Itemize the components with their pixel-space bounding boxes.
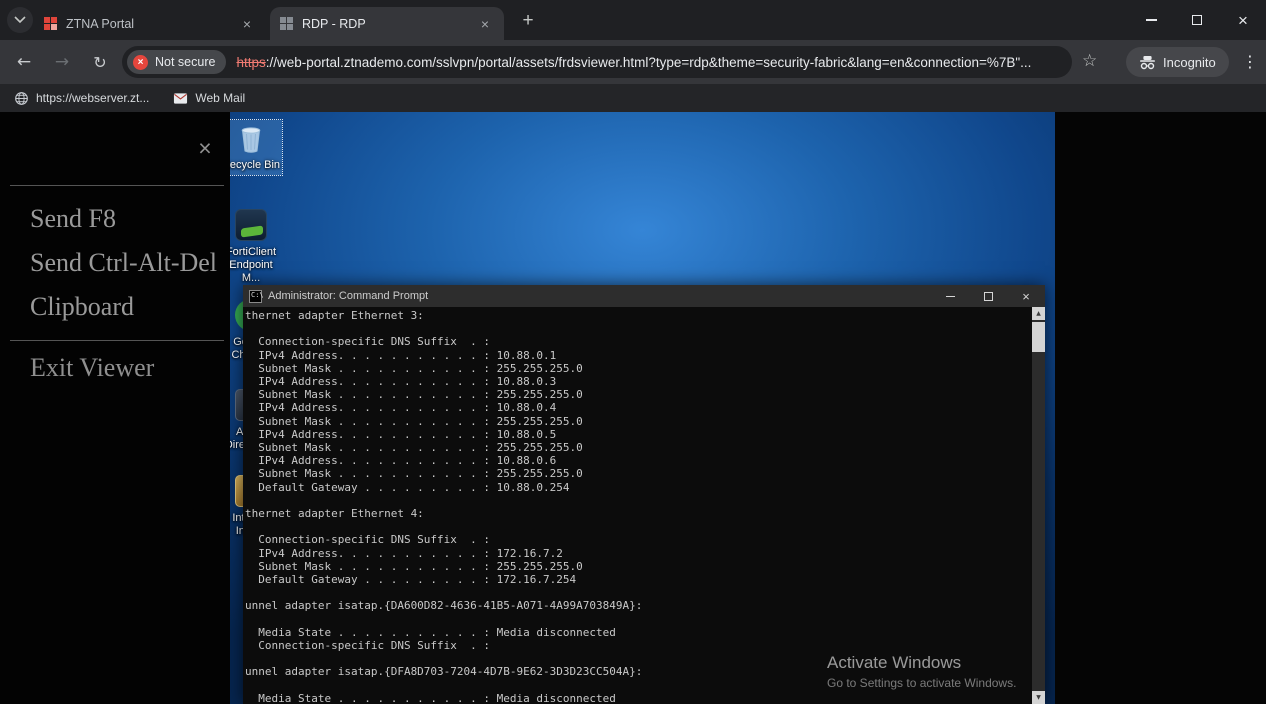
tab-ztna-portal[interactable]: ZTNA Portal × [34,7,266,40]
tab-title: RDP - RDP [302,17,476,31]
grid-favicon-icon [44,17,57,30]
browser-toolbar: ← → ↻ × Not secure https://web-portal.zt… [0,40,1266,84]
cmd-close-button[interactable]: × [1007,285,1045,307]
security-status-chip[interactable]: × Not secure [127,50,226,74]
cmd-maximize-button[interactable] [969,285,1007,307]
chevron-down-icon [14,16,26,24]
bookmark-webserver[interactable]: https://webserver.zt... [4,86,159,110]
url-text: https://web-portal.ztnademo.com/sslvpn/p… [236,55,1031,70]
reload-icon: ↻ [93,53,106,72]
not-secure-icon: × [133,55,148,70]
menu-item-exit-viewer[interactable]: Exit Viewer [30,353,154,383]
menu-item-clipboard[interactable]: Clipboard [30,292,134,322]
reload-button[interactable]: ↻ [84,46,116,78]
maximize-icon [1192,15,1202,25]
address-bar[interactable]: × Not secure https://web-portal.ztnademo… [122,46,1072,78]
desktop-icon-label: FortiClientEndpoint M... [230,246,282,285]
new-tab-button[interactable]: + [516,9,540,33]
grid-favicon-icon [280,17,293,30]
menu-divider [10,340,224,341]
mail-icon [173,92,188,105]
remote-desktop-canvas[interactable]: Recycle Bin FortiClientEndpoint M... Goo… [230,112,1055,704]
desktop-icon-forticlient[interactable]: FortiClientEndpoint M... [230,206,282,288]
close-tab-icon[interactable]: × [238,15,256,33]
command-prompt-icon [249,290,262,303]
url-scheme: https [236,55,265,70]
menu-item-send-ctrl-alt-del[interactable]: Send Ctrl-Alt-Del [30,248,217,278]
command-prompt-titlebar[interactable]: Administrator: Command Prompt × [243,285,1045,307]
url-rest: ://web-portal.ztnademo.com/sslvpn/portal… [266,55,1032,70]
minimize-icon [1146,19,1157,21]
tab-title: ZTNA Portal [66,17,238,31]
security-status-label: Not secure [155,55,215,69]
maximize-icon [984,292,993,301]
browser-menu-button[interactable]: ⋮ [1238,50,1262,74]
terminal-scrollbar[interactable]: ▲ ▼ [1032,307,1045,704]
window-maximize-button[interactable] [1174,0,1220,40]
incognito-label: Incognito [1163,55,1216,70]
forward-button[interactable]: → [46,46,78,78]
bookmarks-bar: https://webserver.zt... Web Mail [0,84,1266,112]
command-prompt-window-controls: × [931,285,1045,307]
bookmark-label: Web Mail [195,91,245,105]
command-prompt-title: Administrator: Command Prompt [268,290,428,302]
close-tab-icon[interactable]: × [476,15,494,33]
forticlient-icon [234,209,268,243]
menu-item-send-f8[interactable]: Send F8 [30,204,116,234]
window-close-button[interactable]: × [1220,0,1266,40]
back-button[interactable]: ← [8,46,40,78]
close-icon: × [1022,290,1030,303]
scroll-down-icon[interactable]: ▼ [1032,691,1045,704]
viewer-menu-close-icon[interactable]: × [192,135,218,161]
back-icon: ← [17,52,31,72]
viewer-menu-panel: × Send F8 Send Ctrl-Alt-Del Clipboard Ex… [0,112,230,704]
menu-divider [10,185,224,186]
tab-search-button[interactable] [7,7,33,33]
tab-rdp[interactable]: RDP - RDP × [270,7,504,40]
incognito-badge: Incognito [1126,47,1229,77]
bookmark-label: https://webserver.zt... [36,91,149,105]
recycle-bin-icon [234,122,268,156]
terminal-output: thernet adapter Ethernet 3: Connection-s… [243,307,1045,704]
terminal-area[interactable]: thernet adapter Ethernet 3: Connection-s… [243,307,1045,704]
bookmark-star-button[interactable]: ☆ [1082,51,1097,71]
close-icon: × [1238,12,1248,29]
minimize-icon [946,296,955,297]
tab-strip: ZTNA Portal × RDP - RDP × + × [0,0,1266,40]
desktop-icon-recycle-bin[interactable]: Recycle Bin [230,120,282,175]
rdp-viewer-page: Recycle Bin FortiClientEndpoint M... Goo… [0,112,1266,704]
bookmark-webmail[interactable]: Web Mail [163,86,255,110]
window-controls: × [1128,0,1266,40]
globe-icon [14,91,29,106]
scroll-up-icon[interactable]: ▲ [1032,307,1045,320]
command-prompt-window[interactable]: Administrator: Command Prompt × thernet … [243,285,1045,704]
incognito-icon [1139,55,1156,70]
forward-icon: → [55,52,69,72]
window-minimize-button[interactable] [1128,0,1174,40]
cmd-minimize-button[interactable] [931,285,969,307]
scrollbar-thumb[interactable] [1032,322,1045,352]
desktop-icon-label: Recycle Bin [230,159,282,172]
